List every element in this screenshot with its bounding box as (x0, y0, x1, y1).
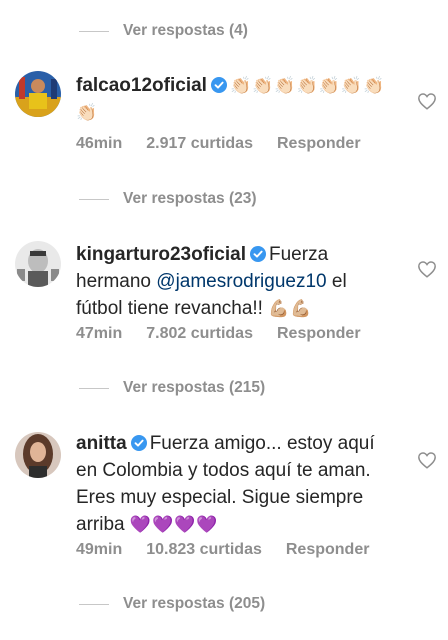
like-count[interactable]: 10.823 curtidas (146, 541, 262, 559)
avatar[interactable] (15, 71, 61, 117)
username[interactable]: kingarturo23oficial (76, 244, 246, 265)
view-replies-label: Ver respostas (4) (123, 22, 248, 39)
username[interactable]: falcao12oficial (76, 75, 207, 96)
verified-badge-icon (130, 435, 147, 451)
reply-button[interactable]: Responder (286, 541, 370, 559)
view-replies-label: Ver respostas (215) (123, 379, 266, 396)
heart-outline-icon[interactable] (417, 92, 437, 110)
divider-line (79, 387, 109, 389)
reply-button[interactable]: Responder (277, 325, 361, 343)
heart-outline-icon[interactable] (417, 260, 437, 278)
timestamp: 47min (76, 325, 123, 342)
timestamp: 46min (76, 135, 123, 152)
comment-text: anitta Fuerza amigo... estoy aquí en Colo… (76, 430, 398, 538)
avatar[interactable] (15, 241, 61, 287)
timestamp: 49min (76, 541, 123, 558)
view-replies-button[interactable]: Ver respostas (205) (79, 592, 265, 616)
avatar[interactable] (15, 432, 61, 478)
comment-text: kingarturo23oficial Fuerza hermano @james… (76, 241, 398, 322)
view-replies-label: Ver respostas (205) (123, 595, 266, 612)
view-replies-button[interactable]: Ver respostas (215) (79, 376, 265, 400)
divider-line (79, 198, 109, 200)
view-replies-button[interactable]: Ver respostas (4) (79, 19, 248, 43)
reply-button[interactable]: Responder (277, 135, 361, 153)
mention-link[interactable]: @jamesrodriguez10 (156, 271, 326, 292)
comment-meta: 47min 7.802 curtidas Responder (76, 323, 385, 345)
verified-badge-icon (210, 77, 227, 93)
comment-meta: 49min 10.823 curtidas Responder (76, 539, 393, 561)
username[interactable]: anitta (76, 433, 127, 454)
divider-line (79, 603, 109, 605)
view-replies-label: Ver respostas (23) (123, 190, 257, 207)
comment-meta: 46min 2.917 curtidas Responder (76, 133, 385, 155)
view-replies-button[interactable]: Ver respostas (23) (79, 187, 257, 211)
divider-line (79, 30, 109, 32)
flexed-biceps-emoji: 💪🏼💪🏼 (268, 299, 313, 318)
like-count[interactable]: 7.802 curtidas (146, 325, 253, 343)
like-count[interactable]: 2.917 curtidas (146, 135, 253, 153)
verified-badge-icon (250, 246, 266, 262)
comment-text: falcao12oficial 👏🏻👏🏻👏🏻👏🏻👏🏻👏🏻👏🏻👏🏻 (76, 72, 398, 126)
purple-heart-emoji: 💜💜💜💜 (129, 515, 219, 534)
heart-outline-icon[interactable] (417, 451, 437, 469)
